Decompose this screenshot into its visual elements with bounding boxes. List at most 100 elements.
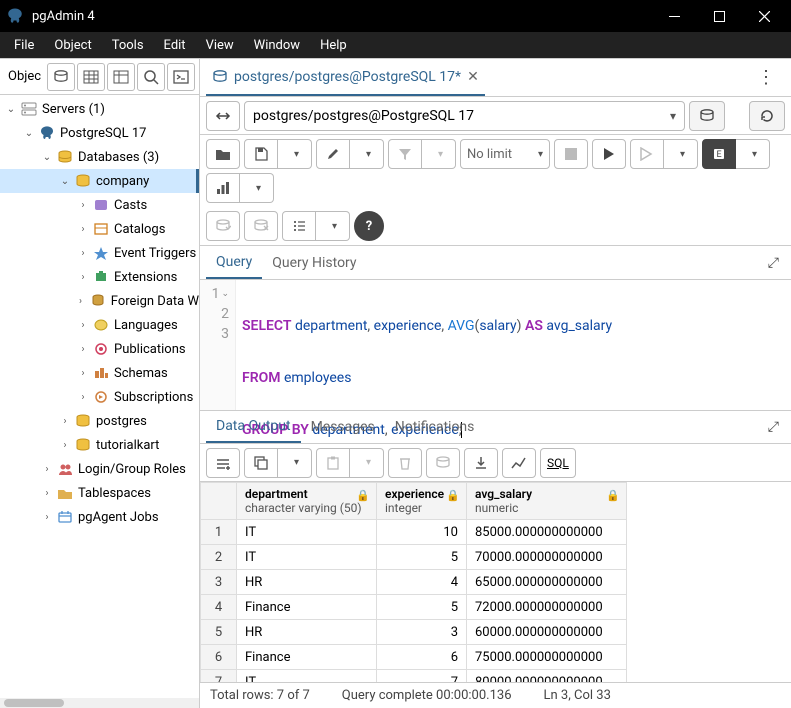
tree-item[interactable]: ⌄PostgreSQL 17 — [0, 121, 199, 145]
cell[interactable]: HR — [237, 620, 377, 645]
filter-button[interactable] — [388, 139, 422, 169]
graph-button[interactable] — [502, 448, 536, 478]
macros-button[interactable] — [282, 211, 316, 241]
menu-window[interactable]: Window — [244, 34, 310, 57]
tree-toggle-icon[interactable]: › — [58, 438, 72, 452]
tree-toggle-icon[interactable]: › — [76, 366, 90, 380]
cell[interactable]: 70000.000000000000 — [467, 545, 627, 570]
tree-toggle-icon[interactable]: › — [76, 270, 90, 284]
tree-toggle-icon[interactable]: › — [40, 486, 54, 500]
cell[interactable]: 72000.000000000000 — [467, 595, 627, 620]
table-row[interactable]: 7IT780000.000000000000 — [201, 670, 627, 683]
close-icon[interactable]: ✕ — [467, 69, 479, 85]
cell[interactable]: 85000.000000000000 — [467, 520, 627, 545]
tab-notifications[interactable]: Notifications — [385, 411, 485, 443]
tree-item[interactable]: ›Subscriptions — [0, 385, 199, 409]
tree-item[interactable]: ›Login/Group Roles — [0, 457, 199, 481]
download-button[interactable] — [464, 448, 498, 478]
tree-toggle-icon[interactable]: › — [74, 294, 88, 308]
table-row[interactable]: 5HR360000.000000000000 — [201, 620, 627, 645]
new-connection-button[interactable] — [689, 101, 725, 131]
cell[interactable]: IT — [237, 520, 377, 545]
menu-tools[interactable]: Tools — [102, 34, 154, 57]
row-number[interactable]: 2 — [201, 545, 237, 570]
tree-item[interactable]: ›Tablespaces — [0, 481, 199, 505]
tree-toggle-icon[interactable]: › — [76, 390, 90, 404]
cell[interactable]: 6 — [377, 645, 467, 670]
code-area[interactable]: SELECT department, experience, AVG(salar… — [236, 280, 791, 410]
column-header[interactable]: avg_salarynumeric🔒 — [467, 483, 627, 520]
cell[interactable]: 60000.000000000000 — [467, 620, 627, 645]
tree-toggle-icon[interactable]: ⌄ — [40, 150, 54, 164]
paste-button[interactable] — [316, 448, 350, 478]
edit-button[interactable] — [316, 139, 350, 169]
cell[interactable]: IT — [237, 545, 377, 570]
object-tree[interactable]: ⌄Servers (1)⌄PostgreSQL 17⌄Databases (3)… — [0, 95, 199, 698]
tree-toggle-icon[interactable]: ⌄ — [4, 102, 18, 116]
menu-view[interactable]: View — [196, 34, 244, 57]
paste-menu-button[interactable]: ▾ — [350, 448, 384, 478]
tree-item[interactable]: ⌄company — [0, 169, 199, 193]
tree-toggle-icon[interactable]: › — [76, 318, 90, 332]
cell[interactable]: 10 — [377, 520, 467, 545]
maximize-button[interactable] — [697, 0, 742, 32]
more-button[interactable]: ⋮ — [747, 67, 785, 88]
table-row[interactable]: 3HR465000.000000000000 — [201, 570, 627, 595]
column-header[interactable]: departmentcharacter varying (50)🔒 — [237, 483, 377, 520]
row-number[interactable]: 6 — [201, 645, 237, 670]
tree-toggle-icon[interactable]: ⌄ — [58, 174, 72, 188]
table-view-button[interactable] — [77, 63, 105, 91]
tree-item[interactable]: ›Extensions — [0, 265, 199, 289]
connection-select[interactable]: postgres/postgres@PostgreSQL 17 ▾ — [244, 101, 685, 131]
expand-editor-button[interactable]: ⤢ — [762, 255, 785, 271]
cell[interactable]: 80000.000000000000 — [467, 670, 627, 683]
row-number[interactable]: 4 — [201, 595, 237, 620]
cell[interactable]: 7 — [377, 670, 467, 683]
tree-toggle-icon[interactable]: ⌄ — [22, 126, 36, 140]
table-row[interactable]: 4Finance572000.000000000000 — [201, 595, 627, 620]
cell[interactable]: HR — [237, 570, 377, 595]
macros-menu-button[interactable]: ▾ — [316, 211, 350, 241]
tree-item[interactable]: ⌄Servers (1) — [0, 97, 199, 121]
explain-button[interactable] — [630, 139, 664, 169]
tree-toggle-icon[interactable]: › — [40, 462, 54, 476]
minimize-button[interactable] — [652, 0, 697, 32]
row-number[interactable]: 3 — [201, 570, 237, 595]
tab-query[interactable]: Query — [206, 246, 262, 279]
tree-item[interactable]: ›Languages — [0, 313, 199, 337]
tree-item[interactable]: ⌄Databases (3) — [0, 145, 199, 169]
cell[interactable]: 5 — [377, 545, 467, 570]
copy-button[interactable] — [244, 448, 278, 478]
tree-item[interactable]: ›Schemas — [0, 361, 199, 385]
cell[interactable]: Finance — [237, 595, 377, 620]
commit-button[interactable] — [206, 211, 240, 241]
chart-button[interactable] — [206, 173, 240, 203]
menu-file[interactable]: File — [4, 34, 44, 57]
tree-toggle-icon[interactable]: › — [76, 198, 90, 212]
search-button[interactable] — [137, 63, 165, 91]
fold-icon[interactable]: ⌄ — [221, 284, 229, 304]
tree-toggle-icon[interactable]: › — [58, 414, 72, 428]
tree-item[interactable]: ›pgAgent Jobs — [0, 505, 199, 529]
reset-layout-button[interactable] — [749, 101, 785, 131]
tree-toggle-icon[interactable]: › — [76, 246, 90, 260]
copy-menu-button[interactable]: ▾ — [278, 448, 312, 478]
tree-toggle-icon[interactable]: › — [76, 342, 90, 356]
delete-button[interactable] — [388, 448, 422, 478]
query-tool-tab[interactable]: postgres/postgres@PostgreSQL 17* ✕ — [206, 59, 485, 96]
sql-editor[interactable]: 1⌄ 2 3 SELECT department, experience, AV… — [200, 280, 791, 410]
tree-item[interactable]: ›Casts — [0, 193, 199, 217]
tree-toggle-icon[interactable]: › — [40, 510, 54, 524]
tree-item[interactable]: ›Foreign Data W — [0, 289, 199, 313]
add-row-button[interactable] — [206, 448, 240, 478]
tree-item[interactable]: ›postgres — [0, 409, 199, 433]
rollback-button[interactable] — [244, 211, 278, 241]
explain-analyze-menu-button[interactable]: ▾ — [736, 139, 770, 169]
edit-menu-button[interactable]: ▾ — [350, 139, 384, 169]
rownum-header[interactable] — [201, 483, 237, 520]
terminal-button[interactable] — [167, 63, 195, 91]
save-button[interactable] — [244, 139, 278, 169]
open-file-button[interactable] — [206, 139, 240, 169]
chart-menu-button[interactable]: ▾ — [240, 173, 274, 203]
expand-output-button[interactable]: ⤢ — [762, 419, 785, 435]
